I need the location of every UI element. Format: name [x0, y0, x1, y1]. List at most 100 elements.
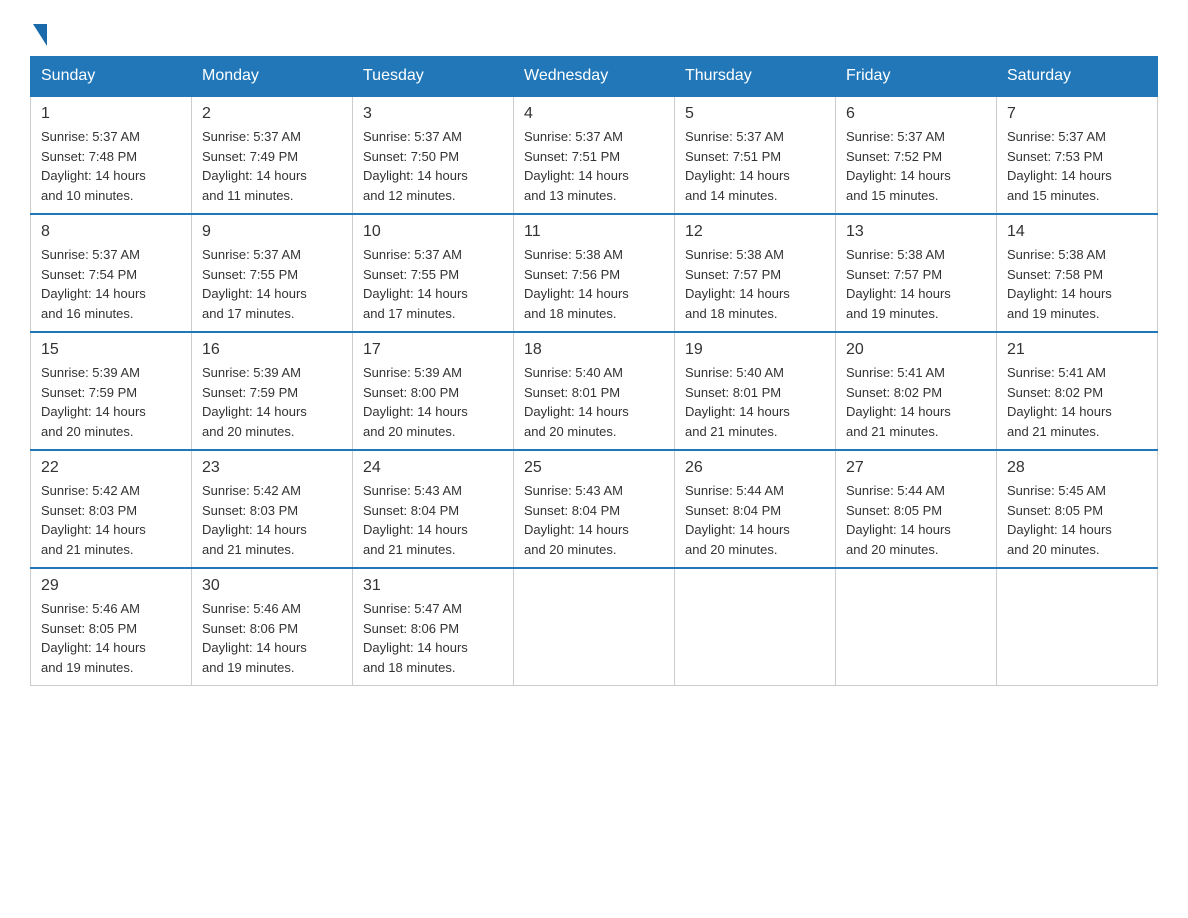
calendar-cell: 19 Sunrise: 5:40 AMSunset: 8:01 PMDaylig…: [675, 332, 836, 450]
calendar-cell: 16 Sunrise: 5:39 AMSunset: 7:59 PMDaylig…: [192, 332, 353, 450]
calendar-week-row: 1 Sunrise: 5:37 AMSunset: 7:48 PMDayligh…: [31, 96, 1158, 214]
calendar-header-wednesday: Wednesday: [514, 57, 675, 97]
day-info: Sunrise: 5:39 AMSunset: 7:59 PMDaylight:…: [41, 363, 181, 441]
day-info: Sunrise: 5:37 AMSunset: 7:55 PMDaylight:…: [363, 245, 503, 323]
day-number: 20: [846, 341, 986, 359]
day-info: Sunrise: 5:37 AMSunset: 7:51 PMDaylight:…: [524, 127, 664, 205]
calendar-cell: 29 Sunrise: 5:46 AMSunset: 8:05 PMDaylig…: [31, 568, 192, 686]
day-info: Sunrise: 5:39 AMSunset: 8:00 PMDaylight:…: [363, 363, 503, 441]
day-number: 8: [41, 223, 181, 241]
day-info: Sunrise: 5:45 AMSunset: 8:05 PMDaylight:…: [1007, 481, 1147, 559]
calendar-cell: 15 Sunrise: 5:39 AMSunset: 7:59 PMDaylig…: [31, 332, 192, 450]
day-number: 10: [363, 223, 503, 241]
calendar-header-tuesday: Tuesday: [353, 57, 514, 97]
calendar-week-row: 29 Sunrise: 5:46 AMSunset: 8:05 PMDaylig…: [31, 568, 1158, 686]
calendar-cell: 3 Sunrise: 5:37 AMSunset: 7:50 PMDayligh…: [353, 96, 514, 214]
day-info: Sunrise: 5:37 AMSunset: 7:50 PMDaylight:…: [363, 127, 503, 205]
calendar-header-sunday: Sunday: [31, 57, 192, 97]
calendar-cell: 1 Sunrise: 5:37 AMSunset: 7:48 PMDayligh…: [31, 96, 192, 214]
day-number: 26: [685, 459, 825, 477]
calendar-cell: 23 Sunrise: 5:42 AMSunset: 8:03 PMDaylig…: [192, 450, 353, 568]
day-number: 30: [202, 577, 342, 595]
calendar-cell: [836, 568, 997, 686]
day-number: 17: [363, 341, 503, 359]
day-number: 9: [202, 223, 342, 241]
calendar-cell: 14 Sunrise: 5:38 AMSunset: 7:58 PMDaylig…: [997, 214, 1158, 332]
day-number: 6: [846, 105, 986, 123]
calendar-cell: 21 Sunrise: 5:41 AMSunset: 8:02 PMDaylig…: [997, 332, 1158, 450]
day-number: 25: [524, 459, 664, 477]
day-info: Sunrise: 5:42 AMSunset: 8:03 PMDaylight:…: [202, 481, 342, 559]
calendar-cell: 5 Sunrise: 5:37 AMSunset: 7:51 PMDayligh…: [675, 96, 836, 214]
day-info: Sunrise: 5:41 AMSunset: 8:02 PMDaylight:…: [1007, 363, 1147, 441]
calendar-week-row: 22 Sunrise: 5:42 AMSunset: 8:03 PMDaylig…: [31, 450, 1158, 568]
day-info: Sunrise: 5:46 AMSunset: 8:05 PMDaylight:…: [41, 599, 181, 677]
calendar-cell: 18 Sunrise: 5:40 AMSunset: 8:01 PMDaylig…: [514, 332, 675, 450]
day-number: 5: [685, 105, 825, 123]
calendar-cell: 27 Sunrise: 5:44 AMSunset: 8:05 PMDaylig…: [836, 450, 997, 568]
day-number: 14: [1007, 223, 1147, 241]
calendar-week-row: 8 Sunrise: 5:37 AMSunset: 7:54 PMDayligh…: [31, 214, 1158, 332]
day-info: Sunrise: 5:43 AMSunset: 8:04 PMDaylight:…: [524, 481, 664, 559]
day-info: Sunrise: 5:44 AMSunset: 8:04 PMDaylight:…: [685, 481, 825, 559]
day-number: 16: [202, 341, 342, 359]
day-info: Sunrise: 5:37 AMSunset: 7:55 PMDaylight:…: [202, 245, 342, 323]
calendar-cell: 26 Sunrise: 5:44 AMSunset: 8:04 PMDaylig…: [675, 450, 836, 568]
day-number: 13: [846, 223, 986, 241]
calendar-header-friday: Friday: [836, 57, 997, 97]
calendar-cell: 24 Sunrise: 5:43 AMSunset: 8:04 PMDaylig…: [353, 450, 514, 568]
calendar-header-row: SundayMondayTuesdayWednesdayThursdayFrid…: [31, 57, 1158, 97]
calendar-header-saturday: Saturday: [997, 57, 1158, 97]
calendar-cell: [675, 568, 836, 686]
calendar-table: SundayMondayTuesdayWednesdayThursdayFrid…: [30, 56, 1158, 686]
calendar-cell: 11 Sunrise: 5:38 AMSunset: 7:56 PMDaylig…: [514, 214, 675, 332]
day-number: 3: [363, 105, 503, 123]
day-info: Sunrise: 5:42 AMSunset: 8:03 PMDaylight:…: [41, 481, 181, 559]
day-info: Sunrise: 5:40 AMSunset: 8:01 PMDaylight:…: [685, 363, 825, 441]
logo: [30, 20, 47, 46]
day-number: 11: [524, 223, 664, 241]
day-number: 23: [202, 459, 342, 477]
day-info: Sunrise: 5:37 AMSunset: 7:48 PMDaylight:…: [41, 127, 181, 205]
day-info: Sunrise: 5:47 AMSunset: 8:06 PMDaylight:…: [363, 599, 503, 677]
calendar-cell: [514, 568, 675, 686]
calendar-cell: 25 Sunrise: 5:43 AMSunset: 8:04 PMDaylig…: [514, 450, 675, 568]
day-number: 4: [524, 105, 664, 123]
day-info: Sunrise: 5:37 AMSunset: 7:54 PMDaylight:…: [41, 245, 181, 323]
day-info: Sunrise: 5:37 AMSunset: 7:51 PMDaylight:…: [685, 127, 825, 205]
day-number: 15: [41, 341, 181, 359]
day-number: 31: [363, 577, 503, 595]
calendar-cell: 4 Sunrise: 5:37 AMSunset: 7:51 PMDayligh…: [514, 96, 675, 214]
calendar-header-thursday: Thursday: [675, 57, 836, 97]
logo-arrow-icon: [33, 24, 47, 46]
calendar-cell: 30 Sunrise: 5:46 AMSunset: 8:06 PMDaylig…: [192, 568, 353, 686]
calendar-cell: 20 Sunrise: 5:41 AMSunset: 8:02 PMDaylig…: [836, 332, 997, 450]
calendar-cell: 22 Sunrise: 5:42 AMSunset: 8:03 PMDaylig…: [31, 450, 192, 568]
calendar-cell: 9 Sunrise: 5:37 AMSunset: 7:55 PMDayligh…: [192, 214, 353, 332]
day-info: Sunrise: 5:38 AMSunset: 7:56 PMDaylight:…: [524, 245, 664, 323]
day-number: 22: [41, 459, 181, 477]
day-info: Sunrise: 5:41 AMSunset: 8:02 PMDaylight:…: [846, 363, 986, 441]
day-info: Sunrise: 5:39 AMSunset: 7:59 PMDaylight:…: [202, 363, 342, 441]
day-number: 1: [41, 105, 181, 123]
calendar-cell: 6 Sunrise: 5:37 AMSunset: 7:52 PMDayligh…: [836, 96, 997, 214]
day-info: Sunrise: 5:46 AMSunset: 8:06 PMDaylight:…: [202, 599, 342, 677]
day-number: 27: [846, 459, 986, 477]
day-number: 7: [1007, 105, 1147, 123]
calendar-cell: [997, 568, 1158, 686]
day-number: 19: [685, 341, 825, 359]
calendar-cell: 7 Sunrise: 5:37 AMSunset: 7:53 PMDayligh…: [997, 96, 1158, 214]
day-number: 28: [1007, 459, 1147, 477]
day-info: Sunrise: 5:38 AMSunset: 7:57 PMDaylight:…: [846, 245, 986, 323]
day-info: Sunrise: 5:44 AMSunset: 8:05 PMDaylight:…: [846, 481, 986, 559]
day-info: Sunrise: 5:38 AMSunset: 7:57 PMDaylight:…: [685, 245, 825, 323]
day-number: 2: [202, 105, 342, 123]
calendar-cell: 31 Sunrise: 5:47 AMSunset: 8:06 PMDaylig…: [353, 568, 514, 686]
day-number: 12: [685, 223, 825, 241]
day-number: 29: [41, 577, 181, 595]
calendar-cell: 28 Sunrise: 5:45 AMSunset: 8:05 PMDaylig…: [997, 450, 1158, 568]
day-info: Sunrise: 5:38 AMSunset: 7:58 PMDaylight:…: [1007, 245, 1147, 323]
day-info: Sunrise: 5:37 AMSunset: 7:52 PMDaylight:…: [846, 127, 986, 205]
calendar-week-row: 15 Sunrise: 5:39 AMSunset: 7:59 PMDaylig…: [31, 332, 1158, 450]
calendar-cell: 12 Sunrise: 5:38 AMSunset: 7:57 PMDaylig…: [675, 214, 836, 332]
